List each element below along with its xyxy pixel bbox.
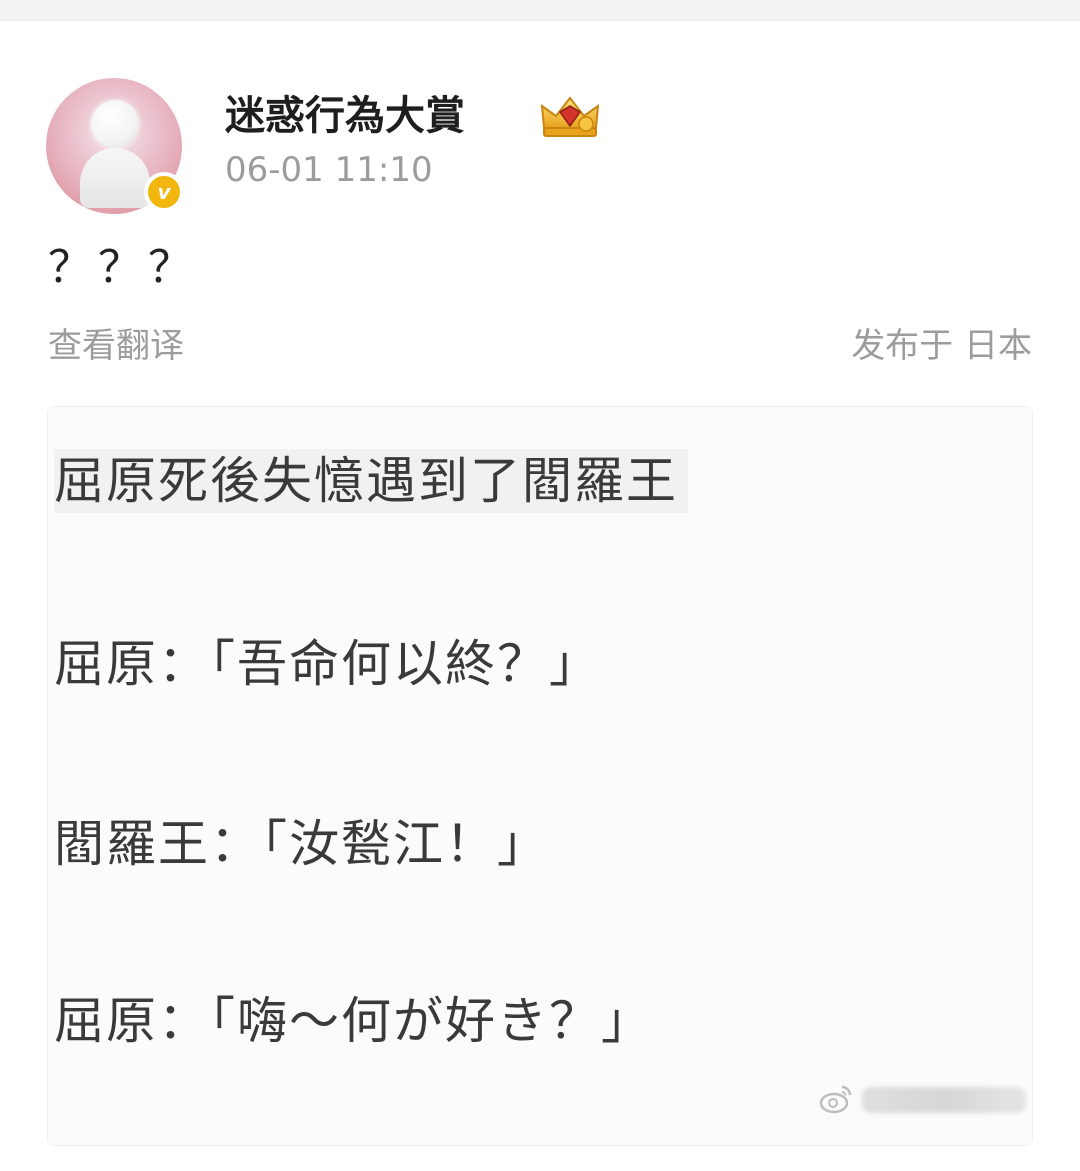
image-text-line: 閻羅王：「汝甃江！」 [54, 815, 549, 873]
post-location: 发布于 日本 [851, 326, 1032, 366]
watermark-blurred-text [862, 1087, 1026, 1113]
image-text-line: 屈原：「嗨～何が好き？」 [54, 992, 653, 1050]
post-timestamp: 06-01 11:10 [225, 150, 433, 190]
translate-link[interactable]: 查看翻译 [48, 323, 184, 369]
post-image[interactable]: 屈原死後失憶遇到了閻羅王 屈原：「吾命何以終？」 閻羅王：「汝甃江！」 屈原：「… [48, 407, 1032, 1145]
image-watermark [816, 1075, 1032, 1125]
avatar[interactable]: v [46, 78, 184, 214]
verified-badge-icon: v [144, 172, 184, 212]
crown-icon [540, 96, 600, 137]
image-text-line: 屈原：「吾命何以終？」 [54, 635, 601, 693]
post-text: ？？？ [48, 242, 198, 293]
username[interactable]: 迷惑行為大賞 [225, 88, 465, 144]
image-text-line: 屈原死後失憶遇到了閻羅王 [54, 449, 688, 513]
top-bar [0, 0, 1080, 21]
weibo-post: v 迷惑行為大賞 06-01 11:10 ？？？ 查看翻译 发布于 日本 屈原死… [0, 20, 1080, 1171]
weibo-logo-icon [819, 1085, 852, 1114]
